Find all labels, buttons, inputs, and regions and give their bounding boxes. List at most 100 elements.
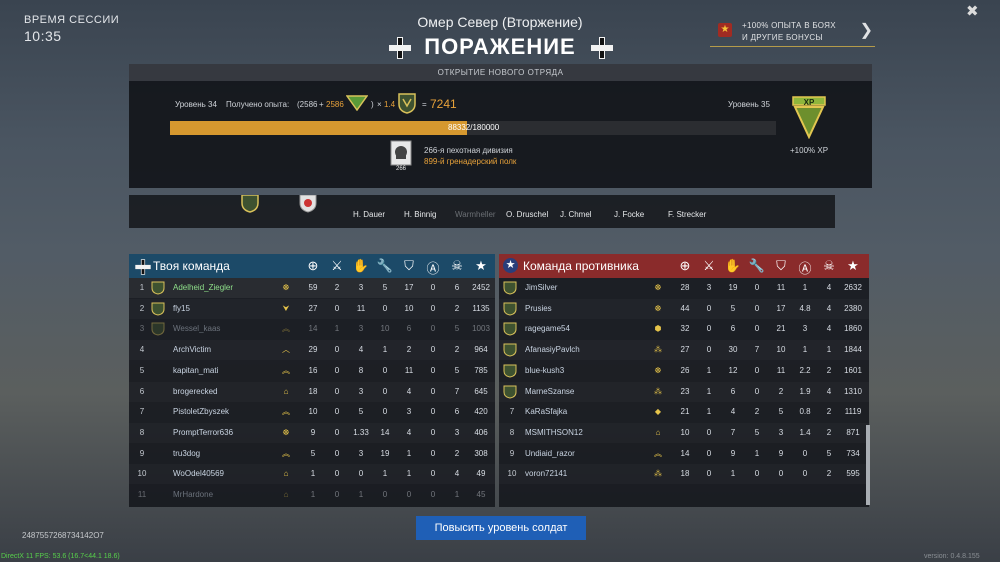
player-position: 6 [139, 386, 145, 396]
player-row[interactable]: 4 ArchVictim ︿ 29 0 4 1 2 0 2 964 [129, 340, 495, 360]
stat-shield-a: 4 [406, 427, 412, 437]
player-tier-icon: ⮟ [282, 303, 290, 313]
stat-skull: 4 [826, 303, 832, 313]
stat-hand: 5 [358, 407, 364, 417]
player-row[interactable]: 3 Wessel_kaas ︽ 14 1 3 10 6 0 5 1003 [129, 319, 495, 339]
player-row[interactable]: 1JimSilver☸28319011142632 [499, 278, 869, 298]
star-icon: ★ [475, 258, 487, 273]
player-row[interactable]: 11 MrHardone ⌂ 1 0 1 0 0 0 1 45 [129, 485, 495, 505]
player-name[interactable]: fly15 [173, 299, 190, 319]
enemy-team-header: ★ Команда противника ⊕ ⚔ ✋ 🔧 ⛉ Ⓐ ☠ ★ [499, 254, 869, 278]
player-name[interactable]: brogerecked [173, 382, 217, 402]
level-next: Уровень 35 [728, 100, 770, 109]
soldier-name[interactable]: F. Strecker [668, 210, 706, 219]
player-name[interactable]: Adelheid_Ziegler [173, 278, 233, 298]
stat-hand: 11 [356, 303, 366, 313]
stat-skull: 2 [826, 469, 832, 479]
player-row[interactable]: 8 MSMITHSON12 ⌂ 10 0 7 5 3 1.4 2 871 [499, 423, 869, 443]
stat-wrench: 1 [382, 469, 388, 479]
stat-skull: 7 [454, 386, 460, 396]
player-row[interactable]: 5blue-kush3☸261120112.221601 [499, 361, 869, 381]
stat-kill: 1 [706, 365, 712, 375]
player-name[interactable]: JimSilver [525, 278, 557, 298]
player-row[interactable]: 5 kapitan_mati ︽ 16 0 8 0 11 0 5 785 [129, 361, 495, 381]
premium-bonus-banner[interactable]: ★ +100% ОПЫТА В БОЯХ И ДРУГИЕ БОНУСЫ ❯ [710, 16, 875, 47]
player-tier-icon: ⁂ [654, 386, 662, 396]
player-row[interactable]: 7 KaRaSfajka ◆ 21 1 4 2 5 0.8 2 1119 [499, 402, 869, 422]
xp-reward: +100% XP [790, 146, 829, 155]
scrollbar[interactable] [866, 425, 870, 505]
player-row[interactable]: 10 WoOdel40569 ⌂ 1 0 0 1 1 0 4 49 [129, 464, 495, 484]
stat-circle-a: 0 [430, 303, 436, 313]
stat-wrench: 0 [754, 324, 760, 334]
xp-bonus: 2586 [326, 100, 344, 109]
player-name[interactable]: voron72141 [525, 464, 567, 484]
crosshair-icon: ⊕ [307, 258, 319, 273]
player-position: 10 [137, 469, 147, 479]
player-name[interactable]: PistoletZbyszek [173, 402, 229, 422]
player-position: 8 [139, 427, 145, 437]
player-name[interactable]: WoOdel40569 [173, 464, 224, 484]
shield-a-icon: ⛉ [404, 258, 414, 273]
soldier-name[interactable]: J. Focke [614, 210, 644, 219]
player-name[interactable]: PromptTerror636 [173, 423, 233, 443]
player-row[interactable]: 9 tru3dog ︽ 5 0 3 19 1 0 2 308 [129, 444, 495, 464]
stat-shield-a: 6 [406, 324, 412, 334]
close-icon[interactable]: ✖ [966, 2, 979, 20]
stat-crosshair: 29 [308, 345, 318, 355]
player-row[interactable]: 3ragegame54⬢3206021341860 [499, 319, 869, 339]
stat-skull: 4 [826, 386, 832, 396]
player-name[interactable]: tru3dog [173, 444, 200, 464]
player-name[interactable]: MSMITHSON12 [525, 423, 583, 443]
stat-crosshair: 23 [680, 386, 690, 396]
player-row[interactable]: 1 Adelheid_Ziegler ☸ 59 2 3 5 17 0 6 2452 [129, 278, 495, 298]
player-row[interactable]: 10 voron72141 ⁂ 18 0 1 0 0 0 2 595 [499, 464, 869, 484]
stat-circle-a: 0 [802, 448, 808, 458]
class-shield-icon [299, 195, 317, 213]
player-name[interactable]: Undiaid_razor [525, 444, 575, 464]
stat-wrench: 0 [382, 303, 388, 313]
chevron-right-icon[interactable]: ❯ [860, 20, 873, 40]
stat-circle-a: 0 [430, 345, 436, 355]
stat-hand: 9 [730, 448, 736, 458]
player-name[interactable]: Prusies [525, 299, 552, 319]
player-name[interactable]: MrHardone [173, 485, 213, 505]
player-tier-icon: ⌂ [283, 490, 289, 499]
soldier-name[interactable]: H. Binnig [404, 210, 436, 219]
player-name[interactable]: ragegame54 [525, 319, 570, 339]
player-name[interactable]: ArchVictim [173, 340, 211, 360]
player-name[interactable]: MarneSzanse [525, 382, 574, 402]
stat-circle-a: 1.9 [799, 386, 811, 396]
upgrade-soldiers-button[interactable]: Повысить уровень солдат [416, 516, 586, 540]
player-position: 7 [139, 407, 145, 417]
stat-shield-a: 11 [404, 365, 414, 375]
stat-shield-a: 10 [776, 345, 786, 355]
player-tier-icon: ⌂ [283, 386, 289, 396]
soldier-name[interactable]: J. Chmel [560, 210, 592, 219]
soldier-name[interactable]: Warmheller [455, 210, 496, 219]
player-name[interactable]: Wessel_kaas [173, 319, 220, 339]
soldier-name[interactable]: O. Druschel [506, 210, 548, 219]
player-row[interactable]: 6 brogerecked ⌂ 18 0 3 0 4 0 7 645 [129, 382, 495, 402]
player-row[interactable]: 7 PistoletZbyszek ︽ 10 0 5 0 3 0 6 420 [129, 402, 495, 422]
player-row[interactable]: 4AfanasiyPavlch⁂27030710111844 [499, 340, 869, 360]
soldier-name[interactable]: H. Dauer [353, 210, 385, 219]
player-name[interactable]: kapitan_mati [173, 361, 218, 381]
player-tier-icon: ☸ [654, 303, 662, 313]
regiment-name: 899-й гренадерский полк [424, 157, 517, 166]
stat-hand: 7 [730, 427, 736, 437]
player-name[interactable]: AfanasiyPavlch [525, 340, 580, 360]
panel-header: ОТКРЫТИЕ НОВОГО ОТРЯДА [129, 64, 872, 81]
player-row[interactable]: 8 PromptTerror636 ☸ 9 0 1.33 14 4 0 3 406 [129, 423, 495, 443]
circle-a-icon: Ⓐ [426, 261, 440, 276]
player-row[interactable]: 6MarneSzanse⁂2316021.941310 [499, 382, 869, 402]
player-row[interactable]: 2 fly15 ⮟ 27 0 11 0 10 0 2 1135 [129, 299, 495, 319]
player-name[interactable]: KaRaSfajka [525, 402, 567, 422]
battle-result: ПОРАЖЕНИЕ [424, 34, 576, 59]
player-row[interactable]: 2Prusies☸44050174.842380 [499, 299, 869, 319]
stat-wrench: 10 [380, 324, 390, 334]
stat-star: 595 [846, 469, 860, 479]
player-name[interactable]: blue-kush3 [525, 361, 564, 381]
player-row[interactable]: 9 Undiaid_razor ︽ 14 0 9 1 9 0 5 734 [499, 444, 869, 464]
level-current: Уровень 34 [175, 100, 217, 109]
